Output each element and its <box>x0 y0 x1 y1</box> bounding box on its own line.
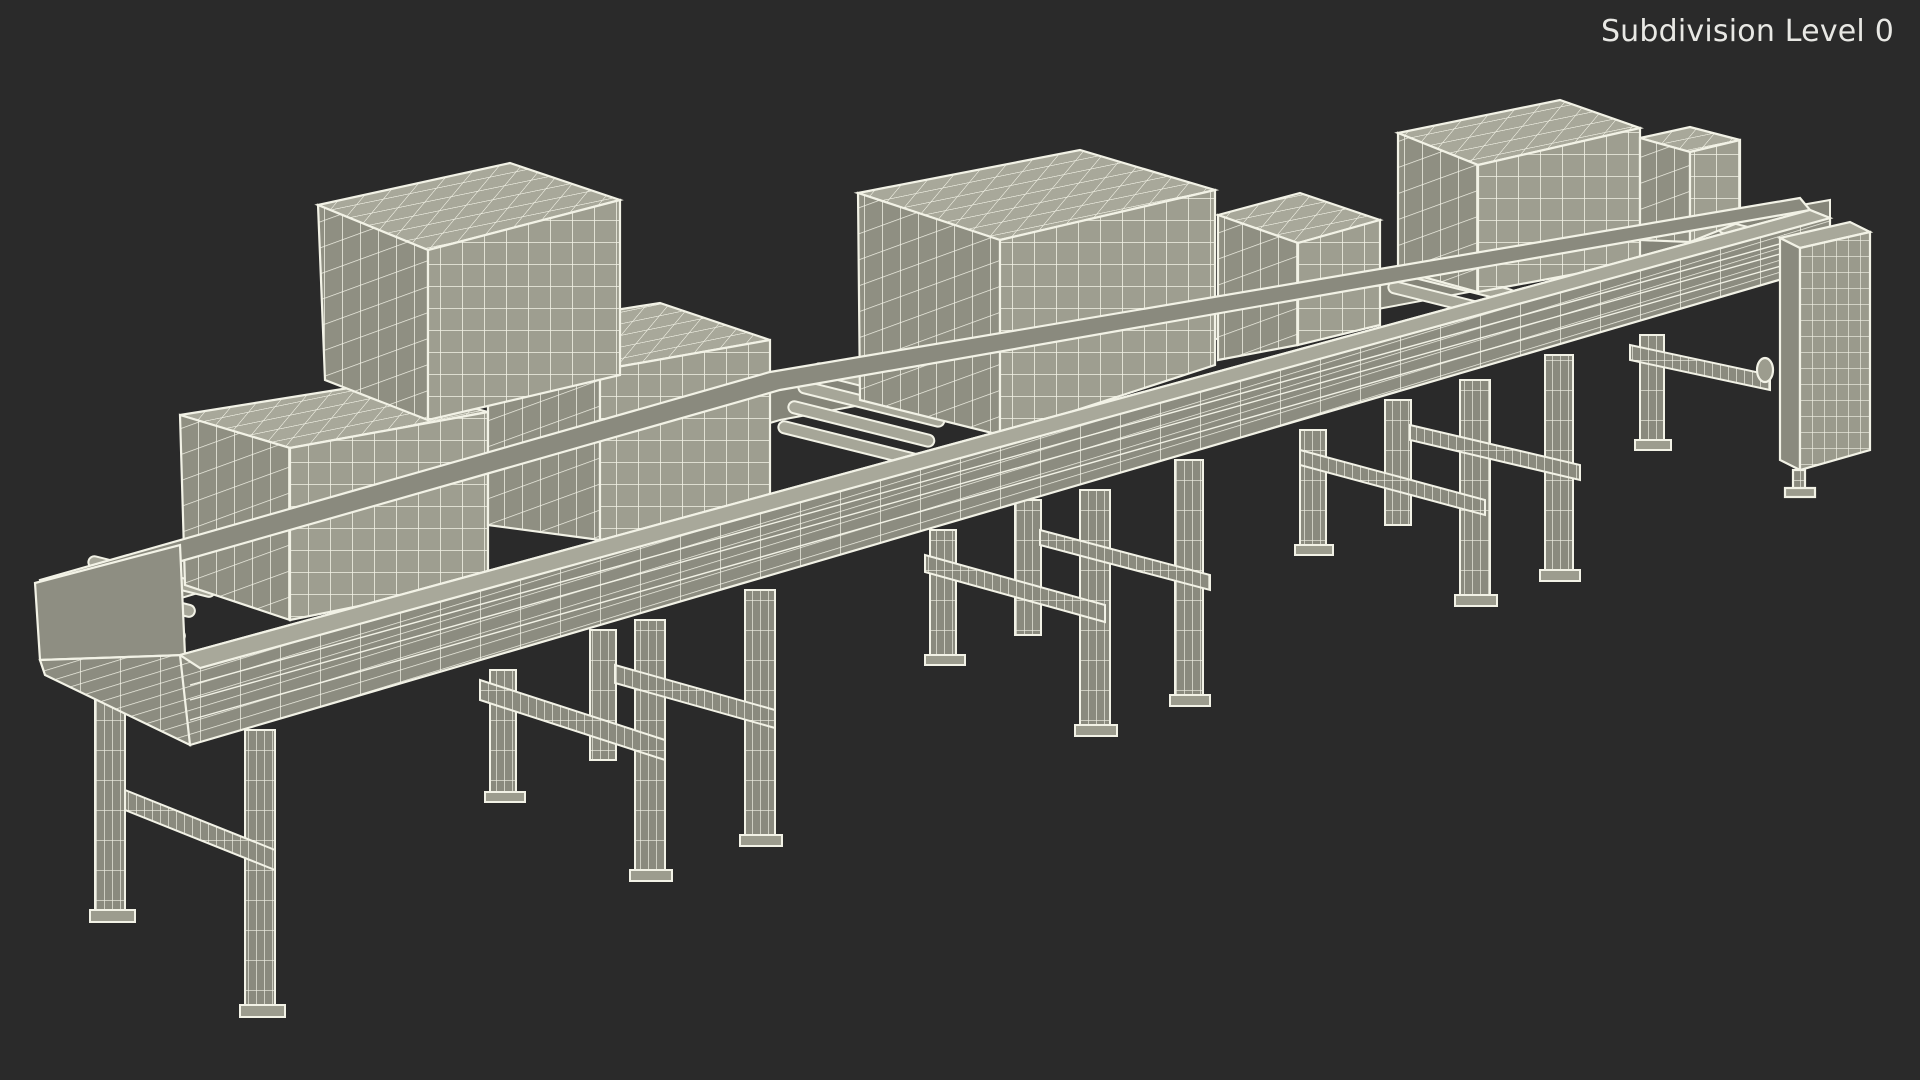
box-top-left <box>314 161 624 422</box>
3d-viewport[interactable]: Subdivision Level 0 <box>0 0 1920 1080</box>
subdivision-level-label: Subdivision Level 0 <box>1600 14 1894 49</box>
wireframe-scene <box>33 98 1874 1018</box>
